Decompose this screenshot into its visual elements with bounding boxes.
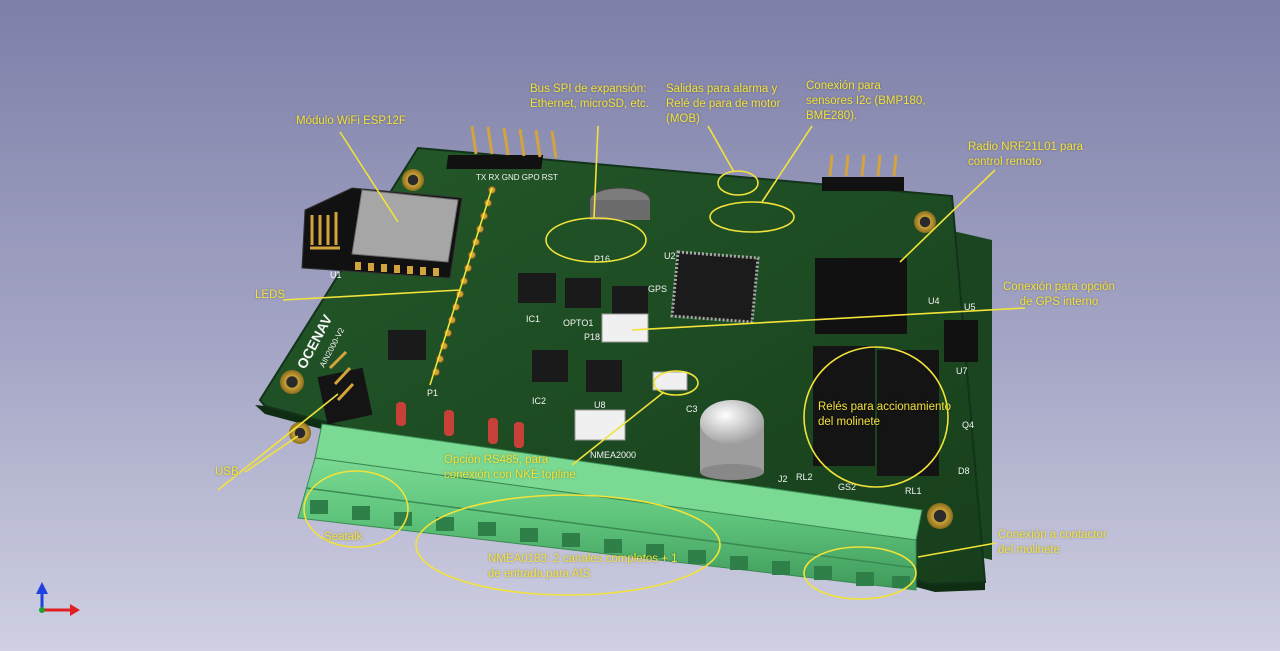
annotation-alarm-line2: Relé de para de motor — [666, 98, 781, 110]
capacitor-c14 — [700, 400, 764, 480]
header-p4 — [822, 154, 904, 191]
mount-hole-l — [280, 370, 304, 394]
annotation-i2c-line2: sensores I2c (BMP180, — [806, 95, 926, 107]
esp12f-module — [301, 187, 463, 279]
crystal-body — [590, 200, 650, 220]
annotation-relays-line2: del molinete — [818, 416, 881, 428]
svg-text:U1: U1 — [330, 270, 342, 280]
connector-nmea2000 — [574, 409, 626, 441]
annotation-i2c-line3: BME280). — [806, 110, 858, 122]
svg-text:J2: J2 — [778, 474, 788, 484]
svg-text:OPTO1: OPTO1 — [563, 318, 593, 328]
annotation-contactor-line1: Conexión a contactor — [998, 529, 1107, 541]
annotation-nmea-line1: NMEA0183: 2 canales completos + 1 — [488, 553, 678, 565]
annotation-seatalk: Seatalk — [324, 531, 363, 543]
svg-text:IC1: IC1 — [526, 314, 540, 324]
regulator-u7 — [944, 320, 978, 362]
annotation-relays-line1: Relés para accionamiento — [818, 401, 951, 413]
annotation-rs485: Opción RS485, para conexión con NKE topl… — [444, 453, 576, 483]
svg-text:RL1: RL1 — [905, 486, 922, 496]
connector-p18 — [601, 313, 649, 343]
annotation-contactor-line2: del molinete — [998, 544, 1061, 556]
annotation-contactor: Conexión a contactor del molinete — [998, 528, 1107, 558]
xyz-axis-icon — [36, 582, 80, 616]
svg-text:GPS: GPS — [648, 284, 667, 294]
svg-text:P1: P1 — [427, 388, 438, 398]
annotation-i2c-line1: Conexión para — [806, 80, 881, 92]
annotation-spi-line1: Bus SPI de expansión: — [530, 83, 647, 95]
svg-text:U2: U2 — [664, 251, 676, 261]
annotation-wifi: Módulo WiFi ESP12F — [296, 115, 406, 127]
svg-text:RL2: RL2 — [796, 472, 813, 482]
annotation-alarm-line1: Salidas para alarma y — [666, 83, 778, 95]
annotation-gps: Conexión para opción de GPS interno — [1003, 280, 1115, 310]
annotation-radio-line2: control remoto — [968, 156, 1042, 168]
annotation-nmea: NMEA0183: 2 canales completos + 1 de ent… — [488, 552, 678, 582]
annotation-relays: Relés para accionamiento del molinete — [818, 400, 951, 430]
header-p2 — [446, 125, 558, 169]
svg-text:P18: P18 — [584, 332, 600, 342]
annotation-gps-line2: de GPS interno — [1019, 296, 1099, 308]
annotation-spi: Bus SPI de expansión: Ethernet, microSD,… — [530, 82, 649, 112]
annotation-gps-line1: Conexión para opción — [1003, 281, 1115, 293]
svg-text:NMEA2000: NMEA2000 — [590, 450, 636, 460]
annotation-rs485-line1: Opción RS485, para — [444, 454, 549, 466]
annotation-nmea-line2: de entrada para AIS — [488, 568, 591, 580]
mount-hole-tl — [402, 169, 424, 191]
annotation-alarm-line3: (MOB) — [666, 113, 700, 125]
annotation-alarm: Salidas para alarma y Relé de para de mo… — [666, 82, 780, 127]
svg-text:Q4: Q4 — [962, 420, 974, 430]
svg-text:U8: U8 — [594, 400, 606, 410]
svg-text:IC2: IC2 — [532, 396, 546, 406]
annotation-i2c: Conexión para sensores I2c (BMP180, BME2… — [806, 79, 926, 124]
annotation-usb: USB — [215, 466, 239, 478]
svg-text:D8: D8 — [958, 466, 970, 476]
svg-text:U7: U7 — [956, 366, 968, 376]
annotation-spi-line2: Ethernet, microSD, etc. — [530, 98, 649, 110]
annotation-radio: Radio NRF21L01 para control remoto — [968, 140, 1083, 170]
annotation-leds: LEDS — [255, 289, 286, 301]
annotation-rs485-line2: conexión con NKE topline — [444, 469, 576, 481]
svg-text:U4: U4 — [928, 296, 940, 306]
annotation-radio-line1: Radio NRF21L01 para — [968, 141, 1084, 153]
connector-p19 — [652, 371, 688, 391]
svg-text:TX RX GND GPO RST: TX RX GND GPO RST — [476, 173, 558, 182]
mount-hole-br — [927, 503, 953, 529]
mcu-u2 — [670, 250, 760, 324]
svg-text:C3: C3 — [686, 404, 698, 414]
